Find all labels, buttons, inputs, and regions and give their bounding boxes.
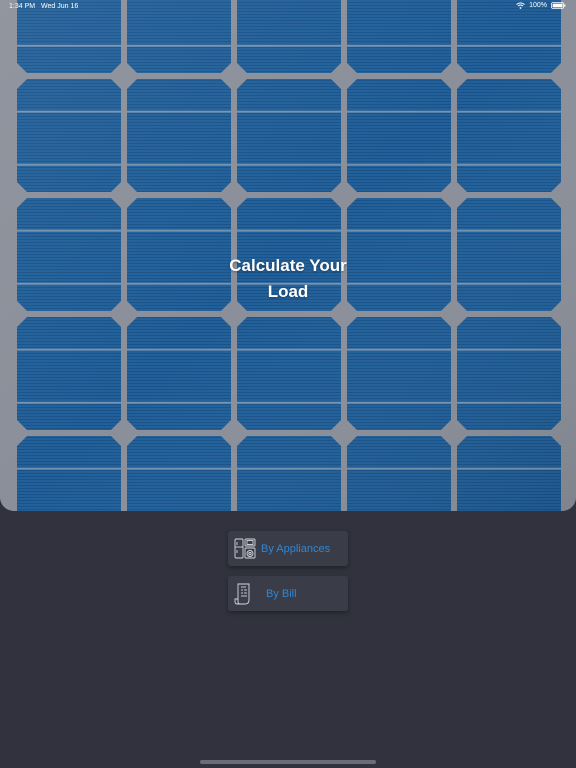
title-line-1: Calculate Your [229, 256, 347, 275]
by-bill-label: By Bill [266, 587, 297, 600]
status-time: 1:34 PM [9, 3, 36, 10]
by-appliances-label: By Appliances [261, 542, 331, 555]
status-date: Wed Jun 16 [41, 3, 79, 10]
battery-icon [551, 2, 566, 9]
status-bar: 1:34 PM Wed Jun 16 100% [0, 0, 576, 14]
hero-banner: Calculate Your Load [0, 0, 576, 511]
battery-percentage: 100% [529, 2, 547, 9]
home-indicator [200, 760, 376, 764]
bill-receipt-icon [234, 583, 250, 604]
appliances-icon [234, 538, 256, 558]
page-title: Calculate Your Load [0, 253, 576, 305]
title-line-2: Load [267, 282, 309, 301]
by-bill-button[interactable]: By Bill [228, 576, 348, 611]
wifi-icon [516, 2, 525, 9]
by-appliances-button[interactable]: By Appliances [228, 531, 348, 566]
status-right: 100% [516, 2, 566, 9]
